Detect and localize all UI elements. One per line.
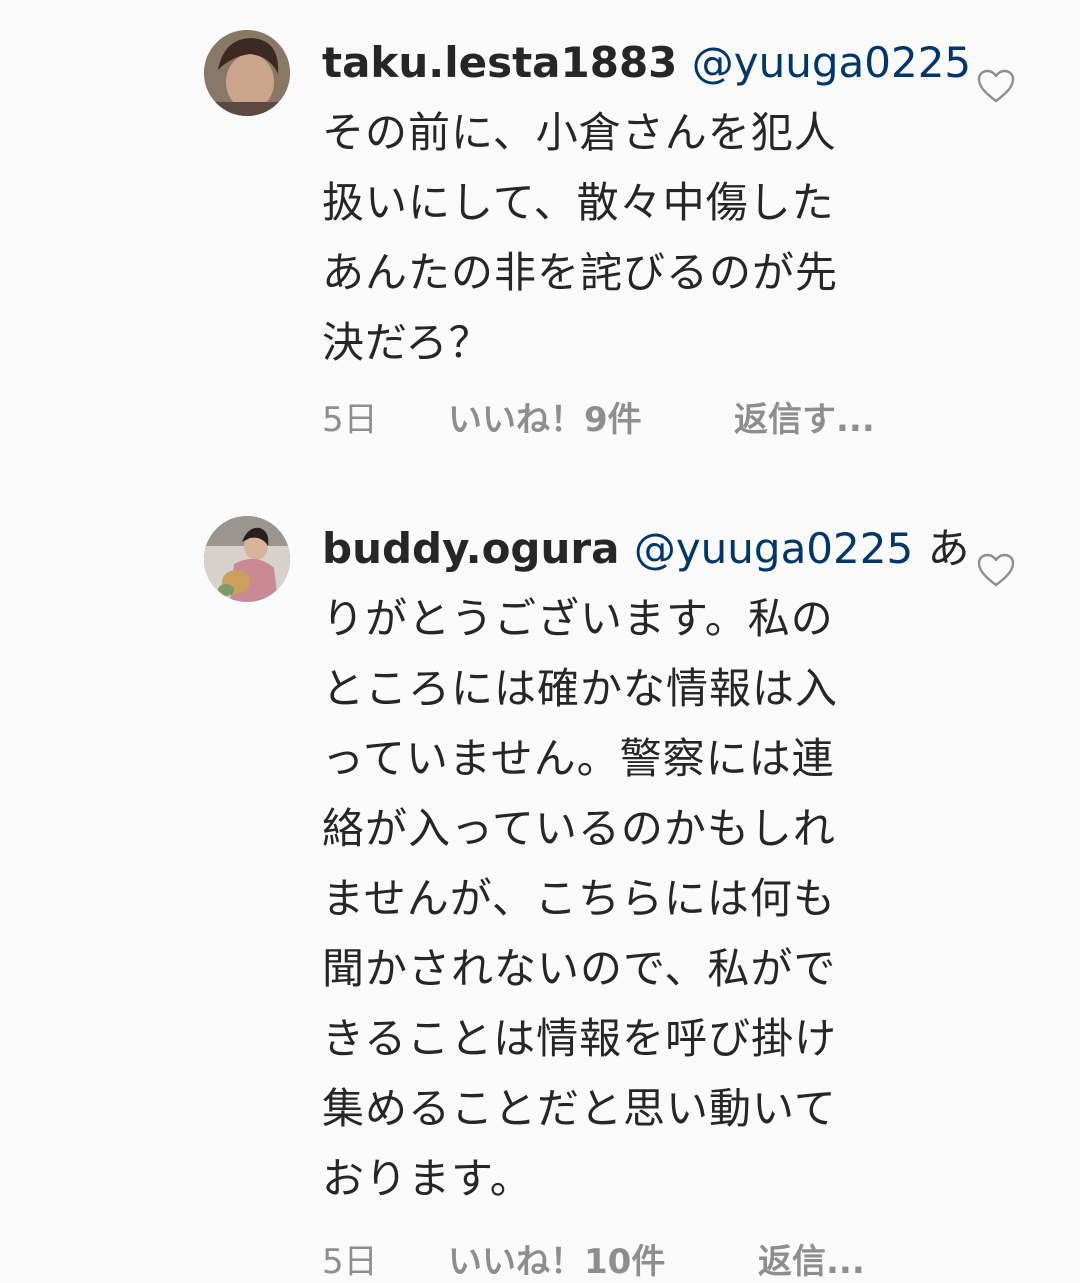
likes-count[interactable]: いいね！9件	[448, 392, 642, 441]
heart-outline-icon[interactable]	[976, 68, 1016, 104]
comment-text-line: きることは情報を呼び掛け	[322, 1014, 838, 1063]
comment-text-line: 聞かされないので、私がで	[322, 944, 837, 993]
comment-text-line: りがとうございます。私の	[322, 594, 834, 643]
comment-text-line: おります。	[322, 1154, 533, 1203]
heart-outline-icon[interactable]	[976, 552, 1016, 588]
comment-text-line: ませんが、こちらには何も	[322, 874, 836, 923]
comment-mention[interactable]: @yuuga0225	[634, 524, 913, 573]
avatar[interactable]	[204, 30, 290, 116]
comment-text-line: 決だろ？	[322, 318, 492, 367]
comment-text-line: その前に、小倉さんを犯人	[322, 108, 837, 157]
comment-text-line: ところには確かな情報は入	[322, 664, 839, 713]
comment-text-line: 絡が入っているのかもしれ	[322, 804, 836, 853]
comment-text-line: 扱いにして、散々中傷した	[322, 178, 835, 227]
comment-text-line: あんたの非を詫びるのが先	[322, 248, 839, 297]
comment-username[interactable]: taku.lesta1883	[322, 38, 677, 87]
avatar[interactable]	[204, 516, 290, 602]
comment-text-line: 集めることだと思い動いて	[322, 1084, 837, 1133]
reply-button[interactable]: 返信す...	[734, 392, 875, 441]
comment-timestamp: 5日	[322, 400, 378, 440]
comment-text-line: あ	[913, 524, 971, 573]
comment-mention[interactable]: @yuuga0225	[692, 38, 971, 87]
comment-text-line: っていません。警察には連	[322, 734, 835, 783]
comment-username[interactable]: buddy.ogura	[322, 524, 619, 573]
